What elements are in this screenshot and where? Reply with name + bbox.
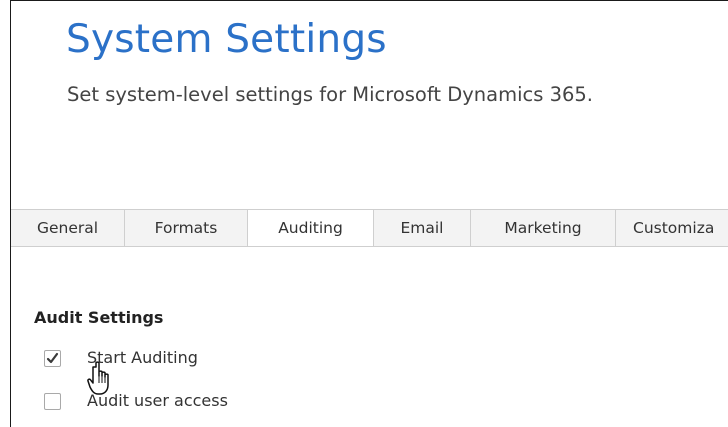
tab-email[interactable]: Email — [374, 210, 471, 246]
audit-user-access-checkbox[interactable] — [44, 393, 61, 410]
tab-marketing[interactable]: Marketing — [471, 210, 616, 246]
tab-customization[interactable]: Customiza — [616, 210, 728, 246]
settings-window: System Settings Set system-level setting… — [10, 0, 728, 427]
checkmark-icon — [46, 352, 59, 364]
start-auditing-checkbox[interactable] — [44, 350, 61, 367]
page-title: System Settings — [66, 17, 387, 62]
tab-general[interactable]: General — [11, 210, 125, 246]
page-subtitle: Set system-level settings for Microsoft … — [67, 83, 594, 106]
audit-settings-heading: Audit Settings — [34, 308, 164, 327]
settings-tab-bar: General Formats Auditing Email Marketing… — [11, 209, 728, 247]
tab-formats[interactable]: Formats — [125, 210, 248, 246]
tab-auditing[interactable]: Auditing — [248, 210, 374, 246]
hand-pointer-icon — [87, 361, 117, 401]
